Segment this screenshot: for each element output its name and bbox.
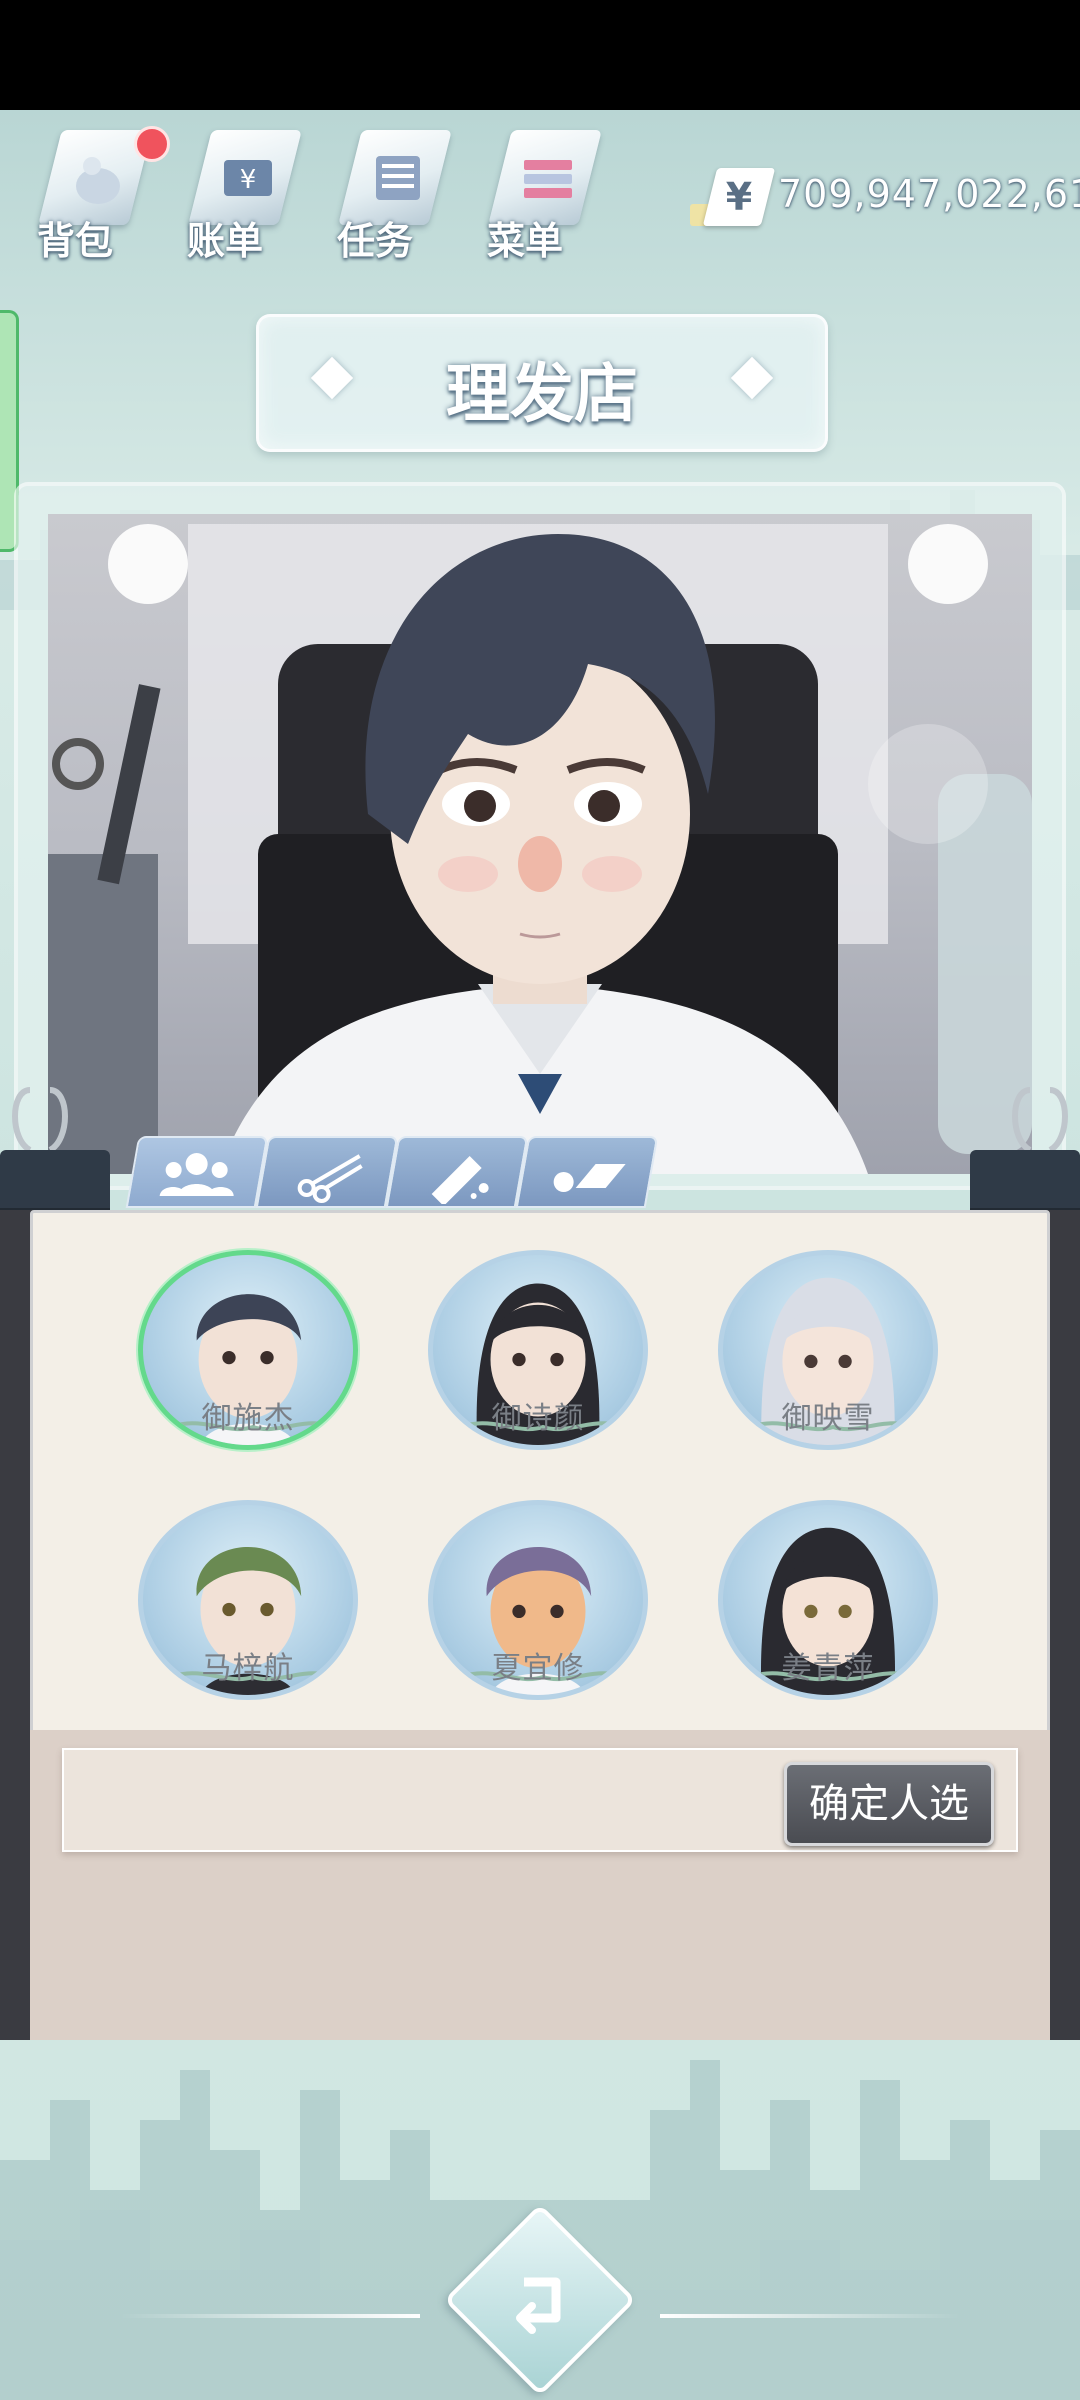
barbershop-scene <box>48 524 1032 1174</box>
binder-clip-left <box>0 1087 110 1222</box>
menu-label: 菜单 <box>486 219 563 263</box>
menu-icon <box>524 160 572 198</box>
character-name: 夏宜修 <box>491 1651 585 1686</box>
status-bar <box>0 0 1080 110</box>
tab-eraser[interactable] <box>515 1136 659 1208</box>
bag-icon <box>76 157 120 204</box>
currency-amount: 709,947,022,613 <box>778 172 1080 216</box>
confirm-label: 确定人选 <box>809 1781 969 1827</box>
task-label: 任务 <box>336 219 413 263</box>
return-arrow-icon <box>516 2277 561 2334</box>
dye-tube-icon <box>431 1156 489 1204</box>
tab-hair-dye[interactable] <box>385 1136 529 1208</box>
character-portrait: 夏宜修 <box>428 1500 648 1700</box>
character-name: 御施杰 <box>201 1401 295 1436</box>
confirm-selection-button[interactable]: 确定人选 <box>784 1762 994 1846</box>
character-card-5[interactable]: 姜青萍 <box>718 1500 938 1700</box>
character-portrait: 御施杰 <box>138 1250 358 1450</box>
currency-symbol: ¥ <box>725 175 753 219</box>
bill-button[interactable]: ¥ 账单 <box>170 120 302 270</box>
svg-text:¥: ¥ <box>240 165 257 195</box>
character-card-4[interactable]: 夏宜修 <box>428 1500 648 1700</box>
character-portrait: 姜青萍 <box>718 1500 938 1700</box>
character-portrait: 御映雪 <box>718 1250 938 1450</box>
character-portrait: 御诗颜 <box>428 1250 648 1450</box>
tab-haircut[interactable] <box>255 1136 399 1208</box>
scissors-icon <box>297 1154 363 1203</box>
character-name: 御映雪 <box>781 1401 875 1436</box>
bill-label: 账单 <box>186 219 263 263</box>
menu-button[interactable]: 菜单 <box>470 120 602 270</box>
character-card-0[interactable]: 御施杰 <box>138 1250 358 1450</box>
yen-icon: ¥ <box>702 168 776 226</box>
people-icon <box>159 1153 234 1196</box>
eraser-icon <box>553 1164 626 1192</box>
tab-characters[interactable] <box>125 1136 269 1208</box>
currency-display: ¥ 709,947,022,613 <box>690 168 1080 226</box>
notification-dot <box>134 126 170 162</box>
character-card-3[interactable]: 马梓航 <box>138 1500 358 1700</box>
bag-label: 背包 <box>36 219 113 263</box>
side-drawer-tab[interactable] <box>0 310 19 552</box>
character-name: 马梓航 <box>201 1651 295 1686</box>
binder-clip-right <box>970 1087 1080 1222</box>
task-button[interactable]: 任务 <box>320 120 452 270</box>
ornament-line-right <box>660 2314 960 2318</box>
character-name: 御诗颜 <box>491 1401 585 1436</box>
title-plate: 理发店 <box>256 314 828 452</box>
task-list-icon <box>376 156 420 200</box>
character-card-2[interactable]: 御映雪 <box>718 1250 938 1450</box>
character-card-1[interactable]: 御诗颜 <box>428 1250 648 1450</box>
category-tabs <box>125 1136 692 1208</box>
page-title: 理发店 <box>446 358 638 432</box>
bag-button[interactable]: 背包 <box>20 120 152 270</box>
ornament-line-left <box>120 2314 420 2318</box>
character-preview <box>48 514 1032 1174</box>
character-name: 姜青萍 <box>781 1651 875 1686</box>
bill-icon: ¥ <box>224 160 272 196</box>
character-portrait: 马梓航 <box>138 1500 358 1700</box>
